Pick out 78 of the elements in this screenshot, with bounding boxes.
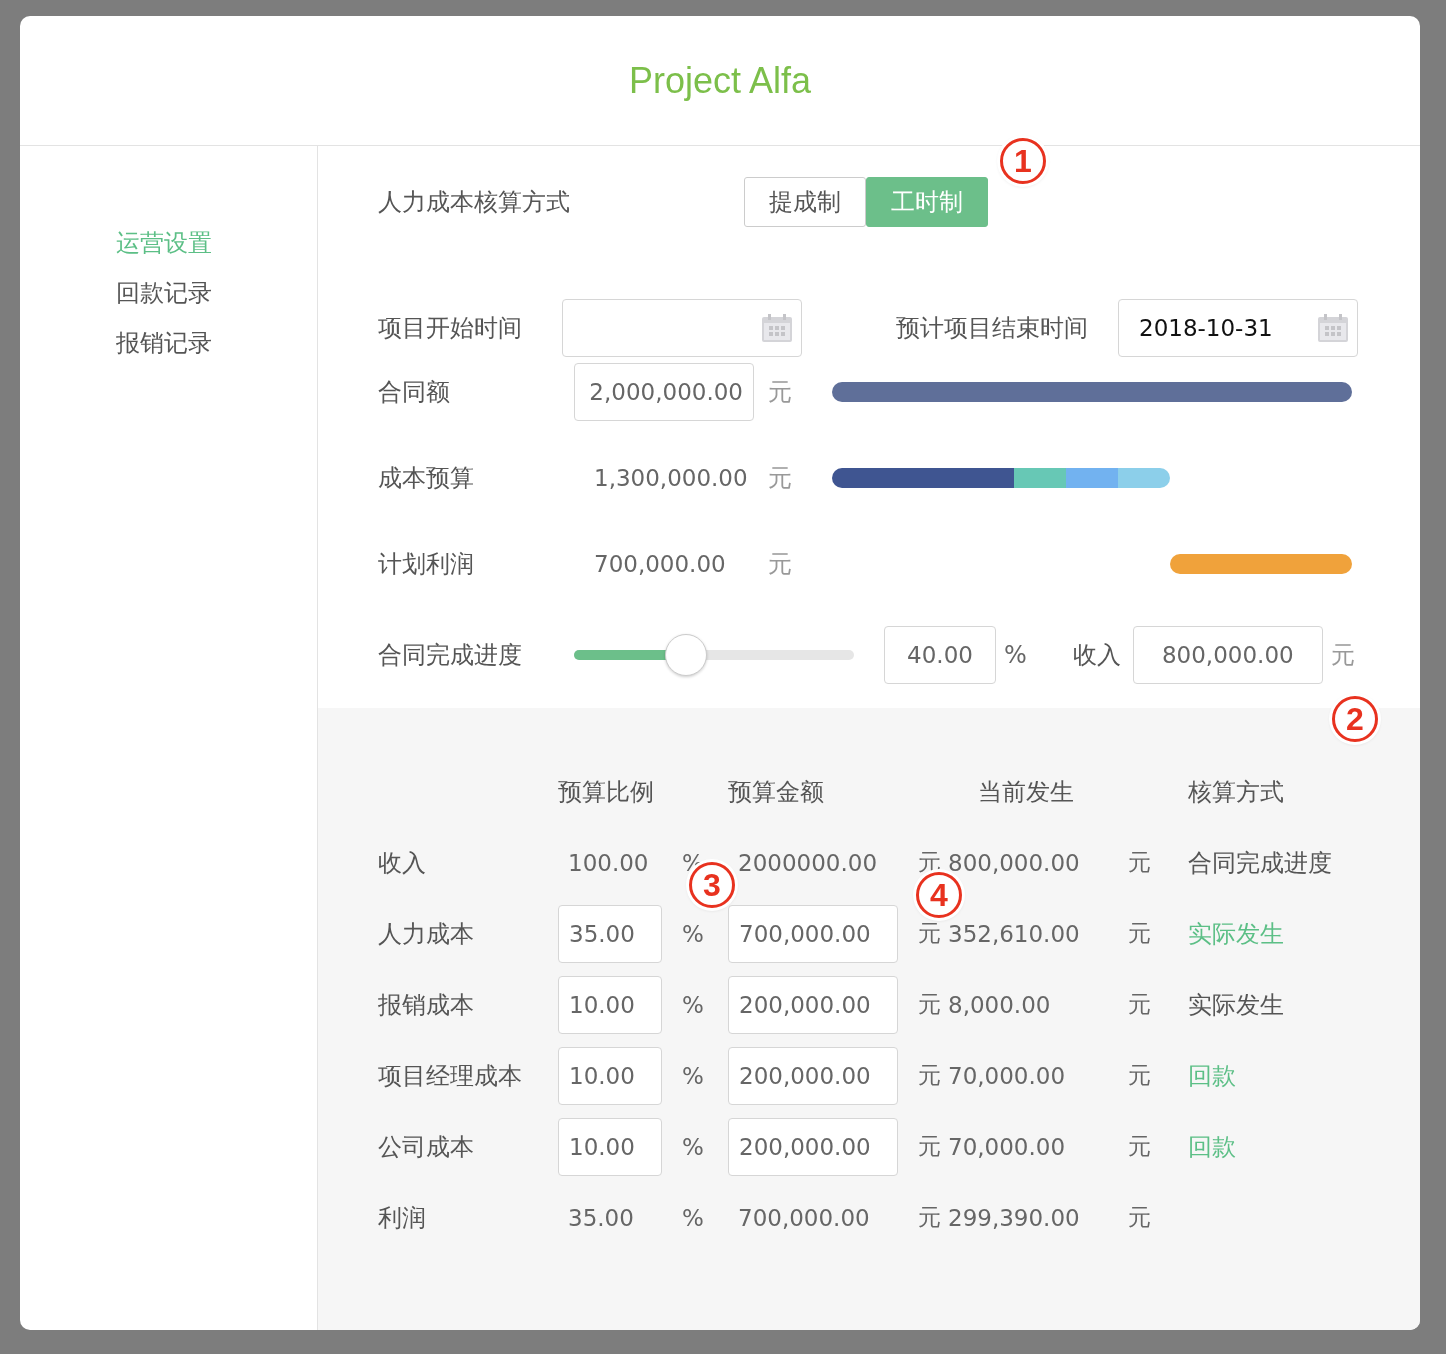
sidebar-item[interactable]: 报销记录 <box>116 324 317 362</box>
column-header: 预算比例 <box>558 776 655 808</box>
unit-label: 元 <box>1127 1061 1152 1090</box>
unit-label: 元 <box>768 463 792 494</box>
unit-label: 元 <box>1127 1132 1152 1161</box>
table-cell-text: 299,390.00 <box>948 1204 1081 1231</box>
amount-text: 1,300,000.00 <box>594 465 749 491</box>
income-field[interactable]: 800,000.00 <box>1132 626 1323 684</box>
table-cell-text: 2000000.00 <box>737 849 877 876</box>
field-label: 预计项目结束时间 <box>895 312 1089 344</box>
unit-label: 元 <box>1127 848 1152 877</box>
unit-label: 元 <box>917 1203 942 1232</box>
date-field[interactable] <box>562 298 802 357</box>
table-cell-text: 70,000.00 <box>948 1133 1067 1160</box>
ratio-field[interactable]: 10.00 <box>558 975 662 1034</box>
amount-field[interactable]: 200,000.00 <box>728 975 898 1034</box>
ratio-field[interactable]: 35.00 <box>558 904 662 963</box>
slider-thumb[interactable] <box>665 634 707 676</box>
amount-field[interactable]: 200,000.00 <box>728 1117 898 1176</box>
callout-marker: 1 <box>1000 138 1046 184</box>
row-label: 利润 <box>378 1202 427 1234</box>
percent-field[interactable]: 40.00 <box>884 626 996 684</box>
amount-field[interactable]: 200,000.00 <box>728 1046 898 1105</box>
table-cell-text: 8,000.00 <box>948 991 1052 1018</box>
table-cell-text: 70,000.00 <box>948 1062 1067 1089</box>
table-cell-text: 35.00 <box>567 1204 634 1231</box>
column-header: 当前发生 <box>977 776 1075 808</box>
callout-marker: 2 <box>1332 696 1378 742</box>
unit-label: 元 <box>917 990 942 1019</box>
column-header: 核算方式 <box>1188 776 1285 808</box>
row-label: 报销成本 <box>378 989 475 1021</box>
field-label: 项目开始时间 <box>378 312 523 344</box>
unit-label: 元 <box>1127 1203 1152 1232</box>
method-text: 回款 <box>1188 1060 1237 1092</box>
unit-label: 元 <box>917 919 942 948</box>
table-cell-text: 700,000.00 <box>737 1204 870 1231</box>
calendar-icon[interactable] <box>1317 312 1349 343</box>
unit-label: % <box>681 1204 705 1231</box>
field-label: 收入 <box>1072 640 1122 671</box>
unit-label: % <box>681 1062 705 1089</box>
row-label: 项目经理成本 <box>378 1060 523 1092</box>
unit-label: % <box>681 991 705 1018</box>
unit-label: 元 <box>917 1132 942 1161</box>
calendar-icon[interactable] <box>761 312 793 343</box>
method-text: 回款 <box>1188 1131 1237 1163</box>
field-label: 合同额 <box>378 377 451 408</box>
method-text: 实际发生 <box>1188 918 1285 950</box>
unit-label: % <box>681 1133 705 1160</box>
amount-field[interactable]: 700,000.00 <box>728 904 898 963</box>
unit-label: 元 <box>768 377 792 408</box>
field-label: 合同完成进度 <box>378 640 523 671</box>
unit-label: 元 <box>768 549 792 580</box>
unit-label: 元 <box>1127 990 1152 1019</box>
method-text: 合同完成进度 <box>1188 847 1333 879</box>
date-field[interactable]: 2018-10-31 <box>1118 298 1358 357</box>
dialog-title: Project Alfa <box>628 59 812 102</box>
field-label: 人力成本核算方式 <box>378 186 571 218</box>
unit-label: % <box>681 920 705 947</box>
toggle-option[interactable]: 提成制 <box>744 176 866 227</box>
unit-label: % <box>1004 641 1027 669</box>
ratio-field[interactable]: 10.00 <box>558 1046 662 1105</box>
ratio-field[interactable]: 10.00 <box>558 1117 662 1176</box>
unit-label: 元 <box>1330 640 1355 671</box>
unit-label: 元 <box>1127 919 1152 948</box>
table-cell-text: 352,610.00 <box>948 920 1081 947</box>
unit-label: 元 <box>917 1061 942 1090</box>
row-label: 公司成本 <box>378 1131 475 1163</box>
amount-field[interactable]: 2,000,000.00 <box>574 363 754 421</box>
field-label: 成本预算 <box>378 463 475 494</box>
column-header: 预算金额 <box>728 776 825 808</box>
row-label: 人力成本 <box>378 918 475 950</box>
field-label: 计划利润 <box>378 549 475 580</box>
table-cell-text: 100.00 <box>567 849 649 876</box>
amount-text: 700,000.00 <box>594 551 727 577</box>
callout-marker: 4 <box>916 872 962 918</box>
row-label: 收入 <box>378 847 427 879</box>
method-text: 实际发生 <box>1188 989 1285 1021</box>
sidebar-item[interactable]: 回款记录 <box>116 274 317 312</box>
